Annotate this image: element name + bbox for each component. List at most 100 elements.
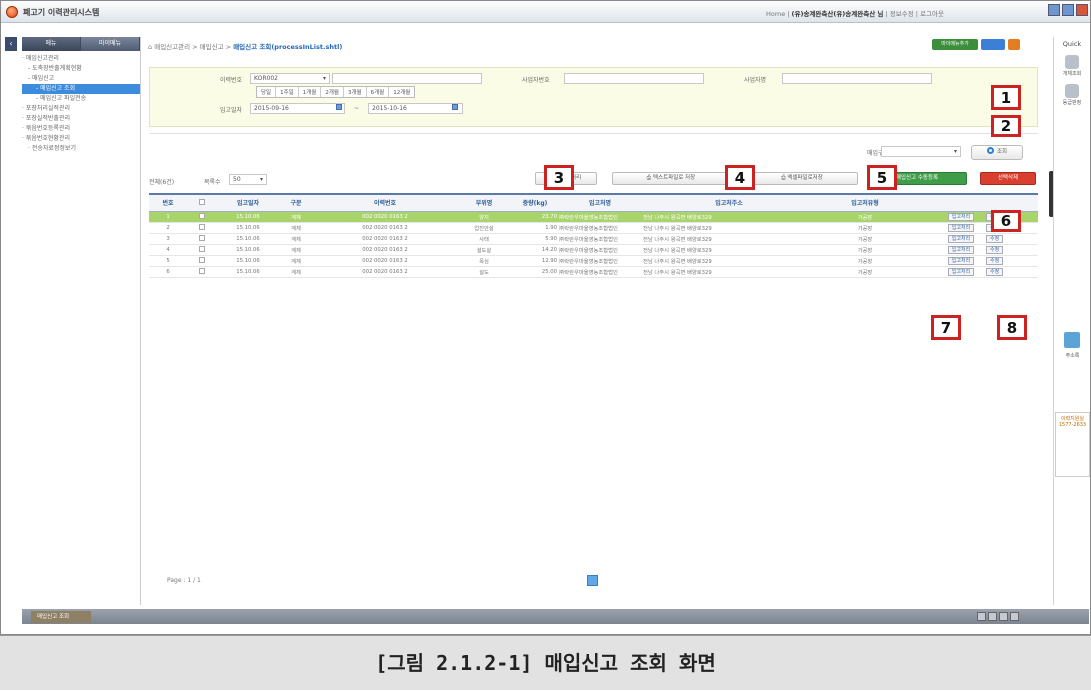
chevron-down-icon: ▾ <box>259 176 263 183</box>
sidebar-item[interactable]: · 묶음번호현황관리 <box>22 134 140 144</box>
edit-button[interactable]: 수정 <box>986 267 1004 276</box>
table-row[interactable]: 1 15.10.06 계체 002 0020 0163 2 양지 23.70 ㈜락란우마을영… <box>149 211 1038 223</box>
date-to-input[interactable]: 2015-10-16 <box>368 103 463 114</box>
row-checkbox[interactable] <box>199 245 205 252</box>
row-checkbox[interactable] <box>199 234 205 241</box>
help-icon[interactable] <box>1008 39 1020 50</box>
maximize-icon[interactable] <box>1062 4 1074 16</box>
business-name-input[interactable] <box>782 73 932 84</box>
row-source-type: 가공장 <box>817 222 913 234</box>
trace-search-icon[interactable] <box>1065 55 1079 69</box>
tab-menu[interactable]: 메뉴 <box>22 37 81 51</box>
add-mymenu-button[interactable]: 마이메뉴추가 <box>932 39 978 50</box>
save-excel-button[interactable]: ⎙ 엑셀파일로저장 <box>746 172 858 185</box>
table-row[interactable]: 6 15.10.06 계체 002 0020 0163 2 설도 25.00 ㈜락란우마을영… <box>149 266 1038 278</box>
period-12month[interactable]: 12개월 <box>389 87 414 97</box>
row-checkbox[interactable] <box>199 223 205 230</box>
period-1week[interactable]: 1주일 <box>276 87 299 97</box>
search-button[interactable]: 조회 <box>971 145 1023 160</box>
col-header[interactable]: 중량(kg) <box>511 193 559 212</box>
edit-button[interactable]: 수정 <box>986 245 1004 254</box>
contacts-icon[interactable] <box>1064 332 1080 348</box>
sidebar-item[interactable]: · 묶음번호등록관리 <box>22 124 140 134</box>
receive-button[interactable]: 입고처리 <box>947 256 975 265</box>
row-source-type: 가공장 <box>817 211 913 223</box>
row-checkbox[interactable] <box>199 256 205 263</box>
tab-mymenu[interactable]: 마이메뉴 <box>81 37 140 51</box>
receive-button[interactable]: 입고처리 <box>947 234 975 243</box>
period-2month[interactable]: 2개월 <box>321 87 344 97</box>
contacts-label[interactable]: 주소록 <box>1054 352 1091 359</box>
row-part: 업진안살 <box>457 222 511 234</box>
sidebar-item[interactable]: - 도축장반출계획현황 <box>22 64 140 74</box>
quick-item-label[interactable]: 등급판정 <box>1054 99 1090 106</box>
table-row[interactable]: 3 15.10.06 계체 002 0020 0163 2 사태 5.90 ㈜락란우마을영농… <box>149 233 1038 245</box>
calendar-icon[interactable] <box>452 104 458 110</box>
home-link[interactable]: Home <box>766 10 785 18</box>
table-row[interactable]: 2 15.10.06 계체 002 0020 0163 2 업진안살 1.90 ㈜락란우마을… <box>149 222 1038 234</box>
calendar-icon[interactable] <box>336 104 342 110</box>
period-1month[interactable]: 1개월 <box>299 87 322 97</box>
collapse-sidebar-icon[interactable]: ‹ <box>5 37 17 51</box>
col-header[interactable]: 입고처명 <box>559 193 641 212</box>
edit-button[interactable]: 수정 <box>986 234 1004 243</box>
select-all-checkbox[interactable] <box>199 198 205 205</box>
layout-icon[interactable] <box>977 612 986 621</box>
sidebar: 메뉴 마이메뉴 · 매입신고관리 - 도축장반출계획현황 - 매입신고 - 매입… <box>22 37 141 605</box>
date-from-input[interactable]: 2015-09-16 <box>250 103 345 114</box>
row-source-name: ㈜락란우마을영농조합법인 <box>559 266 641 278</box>
type-select[interactable]: ▾ <box>881 146 961 157</box>
sidebar-item[interactable]: · 포장처리실적관리 <box>22 104 140 114</box>
receive-button[interactable]: 입고처리 <box>947 223 975 232</box>
sidebar-item[interactable]: · 매입신고관리 <box>22 54 140 64</box>
taskbar-tab[interactable]: 매입신고 조회 <box>31 611 91 623</box>
col-header[interactable]: 입고처주소 <box>641 193 817 212</box>
app-logo-icon <box>6 6 18 18</box>
edit-button[interactable]: 수정 <box>986 256 1004 265</box>
receive-button[interactable]: 입고처리 <box>947 245 975 254</box>
table-row[interactable]: 5 15.10.06 계체 002 0020 0163 2 목심 12.90 ㈜락란우마을영… <box>149 255 1038 267</box>
sidebar-item-selected[interactable]: - 매입신고 조회 <box>22 84 140 94</box>
table-row[interactable]: 4 15.10.06 계체 002 0020 0163 2 설도살 14.20 ㈜락란우마을… <box>149 244 1038 256</box>
row-date: 15.10.06 <box>217 233 279 245</box>
grade-search-icon[interactable] <box>1065 84 1079 98</box>
window-controls <box>1048 4 1088 16</box>
result-table: 번호 입고일자 구분 이력번호 부위명 중량(kg) 입고처명 입고처주소 입고… <box>149 193 1038 278</box>
col-header[interactable]: 이력번호 <box>313 193 457 212</box>
layout-icon[interactable] <box>1010 612 1019 621</box>
rows-per-page-label: 목록수 <box>204 179 221 186</box>
sidebar-item[interactable]: - 매입신고 파일전송 <box>22 94 140 104</box>
row-source-name: ㈜락란우마을영농조합법인 <box>559 244 641 256</box>
rows-per-page-select[interactable]: 50 ▾ <box>229 174 267 185</box>
receive-button[interactable]: 입고처리 <box>947 267 975 276</box>
sidebar-item[interactable]: · 전송자료정정보기 <box>22 144 140 154</box>
print-icon[interactable] <box>981 39 1005 50</box>
delete-selected-button[interactable]: 선택삭제 <box>980 172 1036 185</box>
logout-link[interactable]: 로그아웃 <box>920 10 944 18</box>
layout-icon[interactable] <box>988 612 997 621</box>
period-6month[interactable]: 6개월 <box>367 87 390 97</box>
quick-item-label[interactable]: 개체조회 <box>1054 70 1090 77</box>
top-links: Home | (유)송계완축산(유)송계완축산 님 | 정보수정 | 로그아웃 <box>766 10 944 18</box>
col-header[interactable]: 입고일자 <box>217 193 279 212</box>
sidebar-item[interactable]: - 매입신고 <box>22 74 140 84</box>
close-icon[interactable] <box>1076 4 1088 16</box>
sidebar-item[interactable]: · 포장실적반출관리 <box>22 114 140 124</box>
receive-button[interactable]: 입고처리 <box>947 212 975 221</box>
edit-profile-link[interactable]: 정보수정 <box>890 10 914 18</box>
business-number-input[interactable] <box>564 73 704 84</box>
period-today[interactable]: 당일 <box>257 87 277 97</box>
trace-number-select[interactable]: KOR002 ▾ <box>250 73 330 84</box>
col-header[interactable]: 구분 <box>279 193 313 212</box>
col-header[interactable]: 입고처유형 <box>817 193 913 212</box>
row-checkbox[interactable] <box>199 212 205 219</box>
save-text-button[interactable]: ⎙ 텍스트파일로 저장 <box>612 172 730 185</box>
period-3month[interactable]: 3개월 <box>344 87 367 97</box>
row-checkbox[interactable] <box>199 267 205 274</box>
page-number-button[interactable] <box>587 575 598 586</box>
trace-number-input[interactable] <box>332 73 482 84</box>
col-header[interactable]: 부위명 <box>457 193 511 212</box>
callout-6: 6 <box>991 210 1021 232</box>
minimize-icon[interactable] <box>1048 4 1060 16</box>
layout-icon[interactable] <box>999 612 1008 621</box>
